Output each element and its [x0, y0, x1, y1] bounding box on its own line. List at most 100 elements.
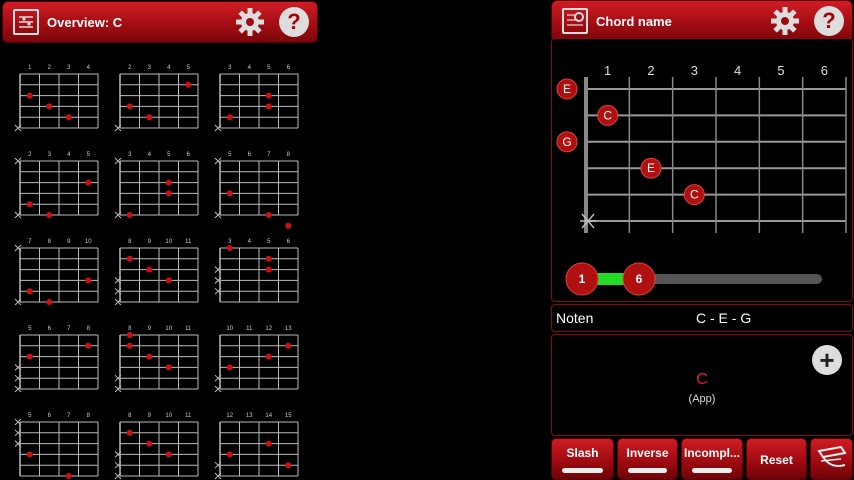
- mini-fret-number: 6: [48, 326, 52, 332]
- mini-fret-number: 9: [148, 413, 152, 419]
- slash-toggle-bar: [562, 468, 603, 473]
- fretboard[interactable]: 1 2 3 4 5 6 E G C E C 1 6: [552, 39, 852, 301]
- mini-fret-number: 5: [267, 65, 271, 71]
- mini-chord-diagram[interactable]: 5 6 7 8: [214, 152, 299, 229]
- mini-chord-diagram[interactable]: 7 8 9 10: [14, 239, 99, 306]
- result-panel: + C (App): [551, 334, 853, 436]
- reset-button-label: Reset: [760, 453, 793, 467]
- range-handle-label: 1: [579, 272, 586, 286]
- mini-chord-diagram[interactable]: 12 13 14 15: [214, 413, 299, 480]
- mini-fret-number: 9: [148, 239, 152, 245]
- range-start-handle[interactable]: 1: [565, 262, 599, 296]
- mini-fret-number: 3: [67, 65, 71, 71]
- mini-fret-number: 8: [87, 413, 91, 419]
- chord-overview-grid: 1 2 3 4 2 3 4 5 3 4 5 62 3 4 5 3 4 5 6 5 6 7 87 8 9 10 8 9 10 11 3 4 5 65…: [14, 65, 299, 480]
- mini-finger-dot: [165, 179, 172, 186]
- mini-chord-diagram[interactable]: 5 6 7 8: [14, 413, 99, 480]
- chord-name-header: Chord name ?: [551, 0, 853, 42]
- inverse-button[interactable]: Inverse: [617, 438, 678, 480]
- mini-fret-number: 4: [67, 152, 71, 158]
- mini-finger-dot: [26, 353, 33, 360]
- overview-title: Overview: C: [47, 14, 123, 30]
- mini-fret-number: 11: [185, 326, 192, 332]
- open-string-note[interactable]: G: [556, 131, 578, 153]
- mini-fret-number: 8: [48, 239, 52, 245]
- mini-chord-diagram[interactable]: 3 4 5 6: [114, 152, 199, 219]
- mini-finger-dot: [265, 255, 272, 262]
- mini-fret-number: 5: [267, 239, 271, 245]
- incomplete-button[interactable]: Incompl...: [681, 438, 743, 480]
- chord-name-icon[interactable]: [562, 8, 588, 34]
- mini-fret-number: 6: [187, 152, 191, 158]
- result-subtitle: (App): [688, 393, 716, 405]
- mini-fret-number: 4: [148, 152, 152, 158]
- mini-fret-number: 8: [128, 326, 132, 332]
- note-dot-label: E: [647, 161, 655, 175]
- mini-finger-dot: [126, 332, 133, 338]
- mini-fret-number: 5: [228, 152, 232, 158]
- fretted-note[interactable]: E: [640, 157, 662, 179]
- result-chord-name[interactable]: C: [552, 371, 852, 389]
- mini-finger-dot: [165, 277, 172, 284]
- mini-finger-dot: [85, 179, 92, 186]
- mini-finger-dot: [185, 81, 192, 88]
- gear-icon[interactable]: [235, 7, 265, 37]
- range-handle-label: 6: [636, 272, 643, 286]
- mini-fret-number: 7: [67, 326, 71, 332]
- fretted-note[interactable]: C: [683, 184, 705, 206]
- mini-fret-number: 6: [287, 65, 291, 71]
- mini-fret-number: 2: [28, 152, 32, 158]
- mini-chord-diagram[interactable]: 8 9 10 11: [114, 239, 199, 306]
- range-end-handle[interactable]: 6: [622, 262, 656, 296]
- mini-finger-dot: [226, 114, 233, 121]
- mini-finger-dot: [285, 222, 292, 229]
- mini-chord-diagram[interactable]: 3 4 5 6: [214, 239, 299, 303]
- mini-finger-dot: [265, 92, 272, 99]
- mini-chord-diagram[interactable]: 5 6 7 8: [14, 326, 99, 393]
- slash-button-label: Slash: [566, 446, 599, 460]
- mini-fret-number: 3: [148, 65, 152, 71]
- mini-finger-dot: [26, 451, 33, 458]
- mini-fret-number: 11: [246, 326, 253, 332]
- mini-finger-dot: [26, 201, 33, 208]
- guitar-mode-button[interactable]: [810, 438, 853, 480]
- mini-fret-number: 8: [287, 152, 291, 158]
- note-dot-label: C: [690, 188, 699, 202]
- mini-finger-dot: [46, 103, 53, 110]
- mini-fret-number: 11: [185, 239, 192, 245]
- incomplete-button-label: Incompl...: [683, 446, 740, 460]
- mini-chord-diagram[interactable]: 2 3 4 5: [14, 152, 99, 219]
- mini-fret-number: 9: [148, 326, 152, 332]
- mini-fret-number: 13: [285, 326, 292, 332]
- chord-chart-icon[interactable]: [13, 9, 39, 35]
- mini-chord-diagram[interactable]: 8 9 10 11: [114, 326, 199, 393]
- inverse-toggle-bar: [628, 468, 667, 473]
- mini-chord-diagram[interactable]: 8 9 10 11: [114, 413, 199, 480]
- mini-chord-diagram[interactable]: 1 2 3 4: [14, 65, 99, 132]
- fretboard-panel: 1 2 3 4 5 6 E G C E C 1 6: [551, 38, 853, 302]
- mini-fret-number: 10: [226, 326, 233, 332]
- mini-chord-diagram[interactable]: 10 11 12 13: [214, 326, 299, 393]
- mini-finger-dot: [265, 440, 272, 447]
- help-icon[interactable]: ?: [814, 6, 844, 36]
- mini-fret-number: 8: [128, 413, 132, 419]
- fret-number: 4: [734, 63, 741, 78]
- guitar-headstock-icon: [817, 445, 847, 467]
- slash-button[interactable]: Slash: [551, 438, 614, 480]
- fretted-note[interactable]: C: [597, 104, 619, 126]
- mini-chord-diagram[interactable]: 3 4 5 6: [214, 65, 299, 132]
- help-icon[interactable]: ?: [279, 7, 309, 37]
- mini-finger-dot: [85, 342, 92, 349]
- mini-chord-diagram[interactable]: 2 3 4 5: [114, 65, 199, 132]
- mini-fret-number: 6: [248, 152, 252, 158]
- chord-name-title: Chord name: [596, 13, 672, 29]
- mini-finger-dot: [285, 462, 292, 469]
- mini-fret-number: 10: [165, 326, 172, 332]
- reset-button[interactable]: Reset: [746, 438, 807, 480]
- open-string-note[interactable]: E: [556, 78, 578, 100]
- mini-fret-number: 10: [85, 239, 92, 245]
- mini-fret-number: 8: [128, 239, 132, 245]
- gear-icon[interactable]: [770, 6, 800, 36]
- incomplete-toggle-bar: [692, 468, 732, 473]
- mini-finger-dot: [126, 255, 133, 262]
